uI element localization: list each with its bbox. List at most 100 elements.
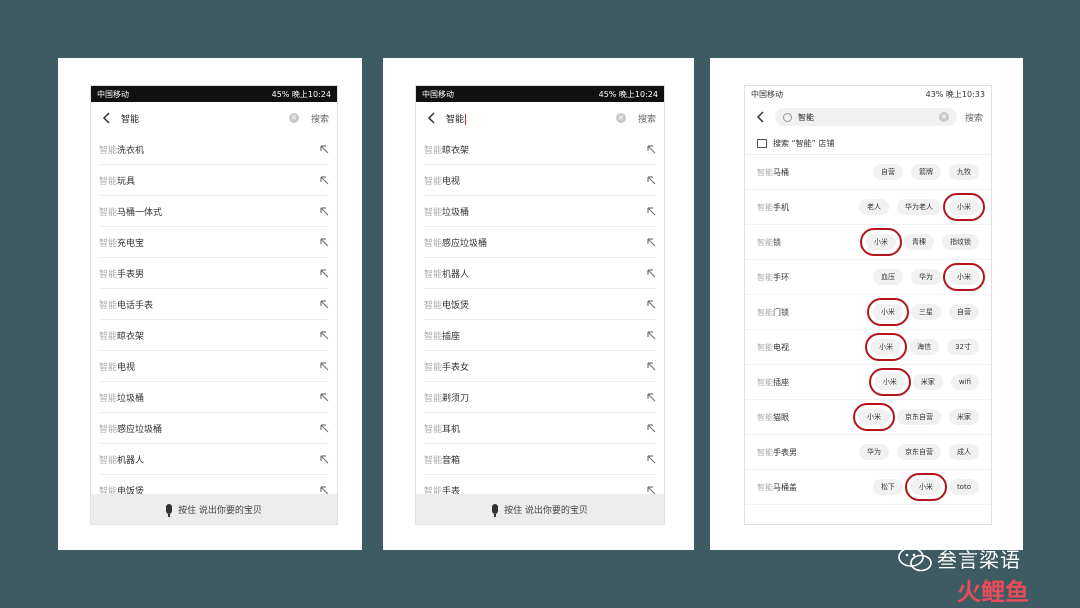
fill-arrow-icon[interactable] (319, 330, 329, 340)
tag-suggestion-row[interactable]: 智能锁 小米 青稞 指纹锁 (745, 225, 991, 260)
search-input[interactable]: 智能 (446, 112, 616, 125)
fill-arrow-icon[interactable] (646, 268, 656, 278)
fill-arrow-icon[interactable] (319, 206, 329, 216)
suggestion-item[interactable]: 智能垃圾桶 (424, 195, 656, 226)
suggestion-item[interactable]: 智能机器人 (424, 257, 656, 288)
filter-tag[interactable]: 自营 (873, 164, 903, 180)
fill-arrow-icon[interactable] (646, 330, 656, 340)
filter-tag[interactable]: 小米 (868, 368, 911, 396)
fill-arrow-icon[interactable] (319, 361, 329, 371)
fill-arrow-icon[interactable] (646, 206, 656, 216)
voice-search-bar[interactable]: 按住 说出你要的宝贝 (416, 494, 664, 524)
suggestion-item[interactable]: 智能插座 (424, 319, 656, 350)
tag-suggestion-row[interactable]: 智能手表男 华为 京东自营 成人 (745, 435, 991, 470)
fill-arrow-icon[interactable] (319, 454, 329, 464)
suggestion-item[interactable]: 智能感应垃圾桶 (99, 412, 329, 443)
fill-arrow-icon[interactable] (319, 268, 329, 278)
filter-tag[interactable]: 指纹锁 (942, 234, 979, 250)
filter-tag[interactable]: 华为 (859, 444, 889, 460)
filter-tag[interactable]: 京东自营 (897, 409, 941, 425)
filter-tag[interactable]: 米家 (912, 374, 943, 390)
filter-tag[interactable]: 血压 (873, 269, 903, 285)
filter-tag[interactable]: toto (948, 479, 979, 495)
suggestion-item[interactable]: 智能手表女 (424, 350, 656, 381)
suggestion-text: 智能电视 (757, 342, 863, 353)
tag-suggestion-row[interactable]: 智能马桶 自营 箭牌 九牧 (745, 155, 991, 190)
fill-arrow-icon[interactable] (319, 237, 329, 247)
fill-arrow-icon[interactable] (646, 392, 656, 402)
fill-arrow-icon[interactable] (319, 175, 329, 185)
clear-icon[interactable]: ✕ (288, 113, 299, 123)
suggestion-item[interactable]: 智能玩具 (99, 164, 329, 195)
tag-suggestion-row[interactable]: 智能手环 血压 华为 小米 (745, 260, 991, 295)
suggestion-item[interactable]: 智能垃圾桶 (99, 381, 329, 412)
search-input[interactable]: 智能 (121, 112, 289, 125)
filter-tag[interactable]: 自营 (949, 304, 979, 320)
filter-tag[interactable]: 小米 (865, 333, 908, 361)
filter-tag[interactable]: wifi (950, 374, 979, 390)
filter-tag[interactable]: 九牧 (949, 164, 979, 180)
suggestion-item[interactable]: 智能电视 (424, 164, 656, 195)
tag-suggestion-row[interactable]: 智能插座 小米 米家 wifi (745, 365, 991, 400)
filter-tag[interactable]: 小米 (943, 193, 985, 221)
search-button[interactable]: 搜索 (638, 112, 656, 125)
filter-tag[interactable]: 华为老人 (897, 199, 941, 215)
fill-arrow-icon[interactable] (646, 175, 656, 185)
suggestion-item[interactable]: 智能剃须刀 (424, 381, 656, 412)
clear-icon[interactable]: ✕ (938, 112, 949, 122)
filter-tag[interactable]: 小米 (867, 298, 909, 326)
fill-arrow-icon[interactable] (646, 454, 656, 464)
voice-search-bar[interactable]: 按住 说出你要的宝贝 (91, 494, 337, 524)
suggestion-item[interactable]: 智能耳机 (424, 412, 656, 443)
filter-tag[interactable]: 京东自营 (897, 444, 941, 460)
filter-tag[interactable]: 小米 (904, 473, 947, 501)
suggestion-item[interactable]: 智能感应垃圾桶 (424, 226, 656, 257)
suggestion-item[interactable]: 智能马桶一体式 (99, 195, 329, 226)
filter-tag[interactable]: 米家 (949, 409, 979, 425)
filter-tag[interactable]: 青稞 (904, 234, 934, 250)
fill-arrow-icon[interactable] (319, 144, 329, 154)
fill-arrow-icon[interactable] (646, 423, 656, 433)
filter-tag[interactable]: 小米 (943, 263, 985, 291)
suggestion-item[interactable]: 智能电视 (99, 350, 329, 381)
filter-tag[interactable]: 老人 (859, 199, 889, 215)
suggestion-item[interactable]: 智能晾衣架 (99, 319, 329, 350)
fill-arrow-icon[interactable] (646, 299, 656, 309)
suggestion-item[interactable]: 智能音箱 (424, 443, 656, 474)
suggestion-item[interactable]: 智能机器人 (99, 443, 329, 474)
filter-tag[interactable]: 小米 (860, 228, 902, 256)
fill-arrow-icon[interactable] (646, 144, 656, 154)
filter-tag[interactable]: 海信 (909, 339, 940, 355)
search-button[interactable]: 搜索 (311, 112, 329, 125)
tag-suggestion-row[interactable]: 智能门锁 小米 三星 自营 (745, 295, 991, 330)
search-button[interactable]: 搜索 (965, 111, 983, 124)
back-icon[interactable] (424, 111, 438, 125)
filter-tag[interactable]: 小米 (853, 403, 895, 431)
tag-suggestion-row[interactable]: 智能马桶盖 松下 小米 toto (745, 470, 991, 505)
suggestion-item[interactable]: 智能洗衣机 (99, 134, 329, 164)
filter-tag[interactable]: 三星 (911, 304, 941, 320)
back-icon[interactable] (753, 110, 767, 124)
suggestion-item[interactable]: 智能手表男 (99, 257, 329, 288)
tag-suggestion-row[interactable]: 智能猫眼 小米 京东自营 米家 (745, 400, 991, 435)
fill-arrow-icon[interactable] (319, 392, 329, 402)
filter-tag[interactable]: 松下 (872, 479, 903, 495)
fill-arrow-icon[interactable] (646, 361, 656, 371)
filter-tag[interactable]: 成人 (949, 444, 979, 460)
suggestion-item[interactable]: 智能晾衣架 (424, 134, 656, 164)
fill-arrow-icon[interactable] (319, 423, 329, 433)
filter-tag[interactable]: 箭牌 (911, 164, 941, 180)
fill-arrow-icon[interactable] (319, 299, 329, 309)
suggestion-item[interactable]: 智能电饭煲 (424, 288, 656, 319)
fill-arrow-icon[interactable] (646, 237, 656, 247)
filter-tag[interactable]: 华为 (911, 269, 941, 285)
suggestion-item[interactable]: 智能电话手表 (99, 288, 329, 319)
tag-suggestion-row[interactable]: 智能手机 老人 华为老人 小米 (745, 190, 991, 225)
back-icon[interactable] (99, 111, 113, 125)
tag-suggestion-row[interactable]: 智能电视 小米 海信 32寸 (745, 330, 991, 365)
search-input[interactable]: 智能 ✕ (775, 108, 957, 126)
store-search-row[interactable]: 搜索 “智能” 店铺 (745, 132, 991, 155)
filter-tag[interactable]: 32寸 (947, 339, 979, 355)
clear-icon[interactable]: ✕ (615, 113, 626, 123)
suggestion-item[interactable]: 智能充电宝 (99, 226, 329, 257)
